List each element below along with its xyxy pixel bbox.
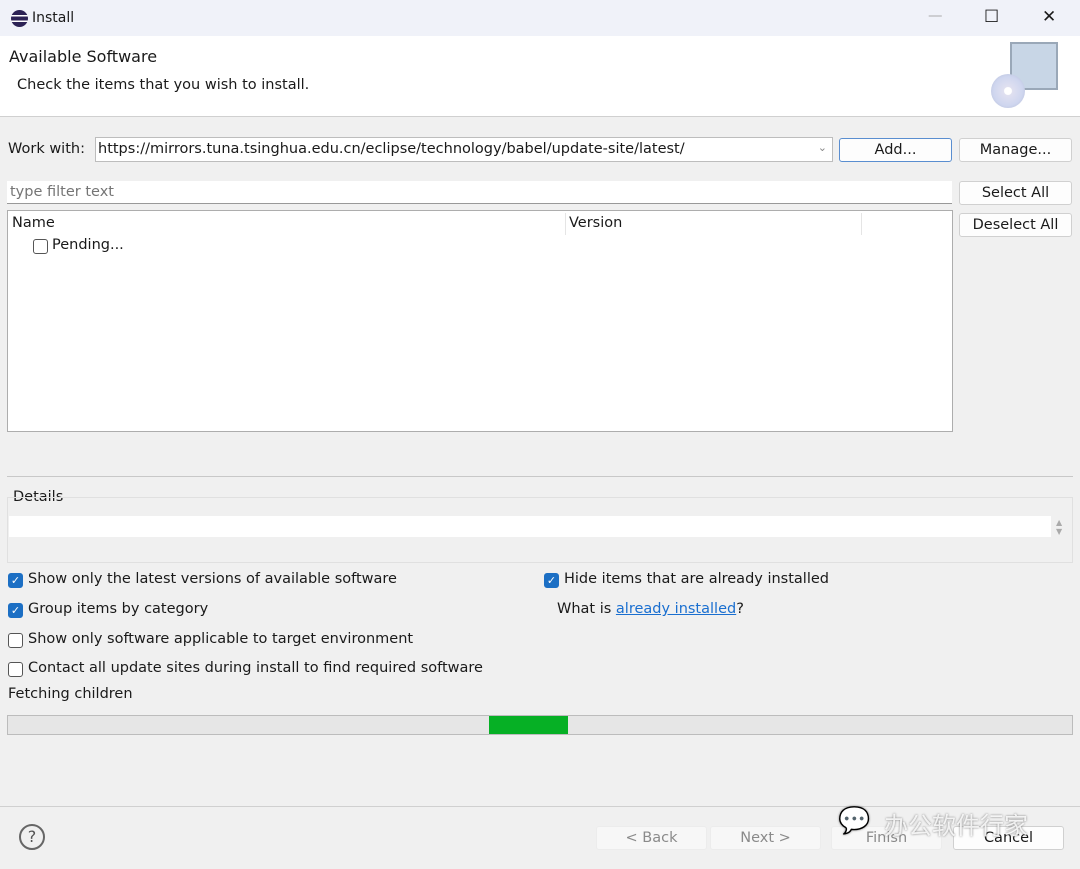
what-is-installed: What is already installed? bbox=[557, 601, 744, 617]
row-name: Pending... bbox=[52, 237, 124, 253]
window-title: Install bbox=[32, 10, 75, 26]
filter-input[interactable] bbox=[7, 181, 952, 204]
chevron-down-icon[interactable]: ⌄ bbox=[818, 141, 827, 154]
details-text[interactable] bbox=[9, 516, 1051, 537]
group-by-category-checkbox[interactable]: ✓ bbox=[8, 603, 23, 618]
details-scrollbar[interactable]: ▲ ▼ bbox=[1056, 518, 1062, 536]
title-bar: Install — ☐ ✕ bbox=[0, 0, 1080, 36]
contact-sites-label: Contact all update sites during install … bbox=[28, 660, 483, 676]
close-button[interactable]: ✕ bbox=[1042, 7, 1056, 27]
row-checkbox[interactable] bbox=[33, 239, 48, 254]
column-header-name[interactable]: Name bbox=[12, 215, 55, 231]
back-button[interactable]: < Back bbox=[596, 826, 707, 850]
question-mark: ? bbox=[736, 601, 744, 617]
page-subtitle: Check the items that you wish to install… bbox=[17, 77, 310, 93]
page-title: Available Software bbox=[9, 47, 158, 66]
divider bbox=[7, 476, 1073, 477]
eclipse-icon bbox=[11, 10, 28, 27]
help-icon[interactable]: ? bbox=[19, 824, 45, 850]
install-wizard-icon bbox=[991, 42, 1060, 108]
status-text: Fetching children bbox=[8, 686, 133, 702]
already-installed-link[interactable]: already installed bbox=[616, 601, 736, 617]
watermark: 办公软件行家 bbox=[884, 812, 1028, 840]
contact-sites-checkbox[interactable] bbox=[8, 662, 23, 677]
hide-installed-checkbox[interactable]: ✓ bbox=[544, 573, 559, 588]
latest-versions-label: Show only the latest versions of availab… bbox=[28, 571, 397, 587]
deselect-all-button[interactable]: Deselect All bbox=[959, 213, 1072, 237]
work-with-label: Work with: bbox=[8, 141, 85, 157]
software-table[interactable]: Name Version Pending... bbox=[7, 210, 953, 432]
select-all-button[interactable]: Select All bbox=[959, 181, 1072, 205]
progress-indicator bbox=[489, 716, 568, 734]
column-header-version[interactable]: Version bbox=[569, 215, 622, 231]
next-button[interactable]: Next > bbox=[710, 826, 821, 850]
work-with-combo[interactable]: https://mirrors.tuna.tsinghua.edu.cn/ecl… bbox=[95, 137, 833, 162]
progress-bar bbox=[7, 715, 1073, 735]
add-button[interactable]: Add... bbox=[839, 138, 952, 162]
applicable-only-label: Show only software applicable to target … bbox=[28, 631, 414, 647]
what-is-text: What is bbox=[557, 601, 616, 617]
banner: Available Software Check the items that … bbox=[0, 36, 1080, 117]
wechat-icon: 💬 bbox=[838, 806, 871, 836]
group-by-category-label: Group items by category bbox=[28, 601, 209, 617]
hide-installed-label: Hide items that are already installed bbox=[564, 571, 829, 587]
maximize-button[interactable]: ☐ bbox=[984, 7, 999, 27]
minimize-button[interactable]: — bbox=[928, 8, 943, 24]
work-with-value: https://mirrors.tuna.tsinghua.edu.cn/ecl… bbox=[98, 141, 685, 157]
latest-versions-checkbox[interactable]: ✓ bbox=[8, 573, 23, 588]
manage-button[interactable]: Manage... bbox=[959, 138, 1072, 162]
applicable-only-checkbox[interactable] bbox=[8, 633, 23, 648]
